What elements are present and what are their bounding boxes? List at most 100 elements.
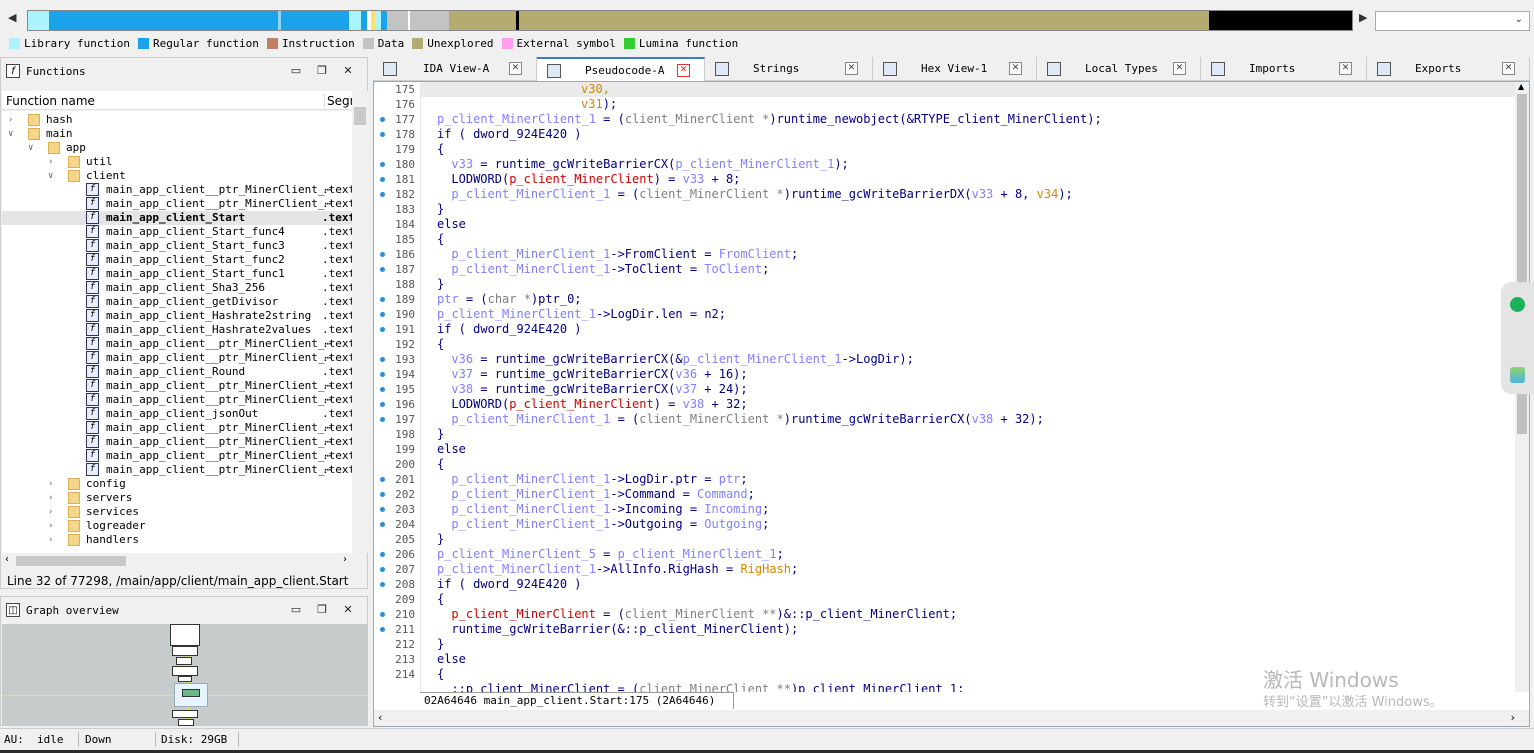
tree-folder[interactable]: › logreader (2, 519, 352, 533)
tree-folder[interactable]: ∨ main (2, 127, 352, 141)
code-line[interactable]: LODWORD(p_client_MinerClient) = v33 + 8; (437, 172, 740, 187)
scroll-left-icon[interactable]: ‹ (5, 554, 9, 565)
code-line[interactable]: p_client_MinerClient_1->ToClient = ToCli… (437, 262, 769, 277)
minimize-icon[interactable]: ▭ (283, 603, 309, 616)
tree-folder[interactable]: › config (2, 477, 352, 491)
code-line[interactable]: if ( dword_924E420 ) (437, 322, 582, 337)
functions-horizontal-scrollbar[interactable]: ‹ › (2, 553, 352, 569)
code-line[interactable]: p_client_MinerClient_1 = (client_MinerCl… (437, 187, 1072, 202)
code-line[interactable]: v38 = runtime_gcWriteBarrierCX(v37 + 24)… (437, 382, 747, 397)
code-line[interactable]: else (437, 652, 466, 667)
code-line[interactable]: p_client_MinerClient = (client_MinerClie… (437, 607, 957, 622)
close-icon[interactable]: ✕ (845, 62, 858, 75)
tree-folder[interactable]: › util (2, 155, 352, 169)
tab-imports[interactable]: Imports ✕ (1201, 57, 1367, 81)
nav-segment-select[interactable]: ⌄ (1375, 11, 1530, 31)
function-list-item[interactable]: f main_app_client__ptr_MinerClient_⋯ .text (2, 463, 352, 477)
tree-folder[interactable]: ∨ app (2, 141, 352, 155)
close-icon[interactable]: ✕ (335, 64, 361, 77)
navigation-bar[interactable] (27, 10, 1353, 31)
code-line[interactable]: v33 = runtime_gcWriteBarrierCX(p_client_… (437, 157, 848, 172)
breakpoint-marker-icon[interactable] (380, 492, 385, 497)
breakpoint-marker-icon[interactable] (380, 402, 385, 407)
tree-folder[interactable]: › hash (2, 113, 352, 127)
function-list-item[interactable]: f main_app_client_Start_func4 .text (2, 225, 352, 239)
tab-hex-view-1[interactable]: Hex View-1 ✕ (873, 57, 1037, 81)
code-line[interactable]: } (437, 277, 444, 292)
tree-folder[interactable]: ∨ client (2, 169, 352, 183)
breakpoint-marker-icon[interactable] (380, 117, 385, 122)
code-line[interactable]: LODWORD(p_client_MinerClient) = v38 + 32… (437, 397, 747, 412)
functions-vertical-scrollbar[interactable] (352, 91, 368, 553)
code-line[interactable]: p_client_MinerClient_1->LogDir.len = n2; (437, 307, 726, 322)
code-line[interactable]: { (437, 337, 444, 352)
functions-tree[interactable]: › hash ∨ main ∨ app › util ∨ client f main_app_clie… (2, 111, 352, 553)
function-list-item[interactable]: f main_app_client_Hashrate2values .text (2, 323, 352, 337)
function-list-item[interactable]: f main_app_client_Start_func2 .text (2, 253, 352, 267)
breakpoint-marker-icon[interactable] (380, 372, 385, 377)
code-line[interactable]: ptr = (char *)ptr_0; (437, 292, 582, 307)
code-horizontal-scrollbar[interactable]: ‹ › (374, 710, 1529, 726)
code-line[interactable]: { (437, 592, 444, 607)
function-list-item[interactable]: f main_app_client__ptr_MinerClient_⋯ .text (2, 435, 352, 449)
chevron-right-icon[interactable]: › (48, 519, 58, 533)
code-line[interactable]: if ( dword_924E420 ) (437, 577, 582, 592)
code-line[interactable]: v31); (437, 97, 617, 112)
scroll-thumb[interactable] (354, 107, 366, 125)
breakpoint-marker-icon[interactable] (380, 267, 385, 272)
code-line[interactable]: runtime_gcWriteBarrier(&::p_client_Miner… (437, 622, 798, 637)
code-line[interactable]: p_client_MinerClient_1 = (client_MinerCl… (437, 112, 1102, 127)
breakpoint-marker-icon[interactable] (380, 252, 385, 257)
column-function-name[interactable]: Function name (6, 94, 95, 108)
breakpoint-marker-icon[interactable] (380, 507, 385, 512)
function-list-item[interactable]: f main_app_client_Start_func1 .text (2, 267, 352, 281)
status-dot-icon[interactable] (1510, 297, 1525, 312)
code-line[interactable]: p_client_MinerClient_1->FromClient = Fro… (437, 247, 798, 262)
scroll-thumb[interactable] (16, 556, 126, 566)
code-line[interactable]: p_client_MinerClient_1->AllInfo.RigHash … (437, 562, 798, 577)
breakpoint-marker-icon[interactable] (380, 312, 385, 317)
code-line[interactable]: p_client_MinerClient_1->LogDir.ptr = ptr… (437, 472, 747, 487)
function-list-item[interactable]: f main_app_client_Round .text (2, 365, 352, 379)
chevron-down-icon[interactable]: ∨ (48, 169, 58, 183)
scroll-left-icon[interactable]: ‹ (378, 711, 382, 724)
graph-overview-canvas[interactable] (2, 624, 368, 726)
chevron-down-icon[interactable]: ∨ (28, 141, 38, 155)
function-list-item[interactable]: f main_app_client__ptr_MinerClient_⋯ .text (2, 379, 352, 393)
chevron-right-icon[interactable]: › (48, 505, 58, 519)
widget-app-icon[interactable] (1510, 367, 1525, 383)
close-icon[interactable]: ✕ (677, 64, 690, 77)
tree-folder[interactable]: › handlers (2, 533, 352, 547)
function-list-item[interactable]: f main_app_client_Start_func3 .text (2, 239, 352, 253)
breakpoint-marker-icon[interactable] (380, 387, 385, 392)
breakpoint-marker-icon[interactable] (380, 567, 385, 572)
code-line[interactable]: p_client_MinerClient_1 = (client_MinerCl… (437, 412, 1043, 427)
tab-strings[interactable]: Strings ✕ (705, 57, 873, 81)
function-list-item[interactable]: f main_app_client_Start .text (2, 211, 352, 225)
graph-node[interactable] (176, 657, 192, 665)
function-list-item[interactable]: f main_app_client_Sha3_256 .text (2, 281, 352, 295)
scroll-up-icon[interactable]: ▲ (1518, 82, 1524, 91)
tree-folder[interactable]: › services (2, 505, 352, 519)
function-list-item[interactable]: f main_app_client_getDivisor .text (2, 295, 352, 309)
tab-ida-view-a[interactable]: IDA View-A ✕ (373, 57, 537, 81)
graph-node[interactable] (172, 710, 198, 718)
close-icon[interactable]: ✕ (1009, 62, 1022, 75)
code-line[interactable]: else (437, 442, 466, 457)
code-line[interactable]: ::p_client_MinerClient = (client_MinerCl… (437, 682, 964, 692)
scroll-right-icon[interactable]: › (343, 554, 347, 565)
floating-side-widget[interactable] (1501, 282, 1534, 394)
breakpoint-marker-icon[interactable] (380, 627, 385, 632)
breakpoint-marker-icon[interactable] (380, 192, 385, 197)
scroll-right-icon[interactable]: › (1511, 711, 1515, 724)
tree-folder[interactable]: › servers (2, 491, 352, 505)
close-icon[interactable]: ✕ (1502, 62, 1515, 75)
graph-node[interactable] (170, 624, 200, 646)
breakpoint-marker-icon[interactable] (380, 612, 385, 617)
breakpoint-marker-icon[interactable] (380, 477, 385, 482)
close-icon[interactable]: ✕ (1173, 62, 1186, 75)
restore-icon[interactable]: ❐ (309, 64, 335, 77)
code-line[interactable]: p_client_MinerClient_1->Outgoing = Outgo… (437, 517, 769, 532)
chevron-down-icon[interactable]: ∨ (8, 127, 18, 141)
code-line[interactable]: else (437, 217, 466, 232)
